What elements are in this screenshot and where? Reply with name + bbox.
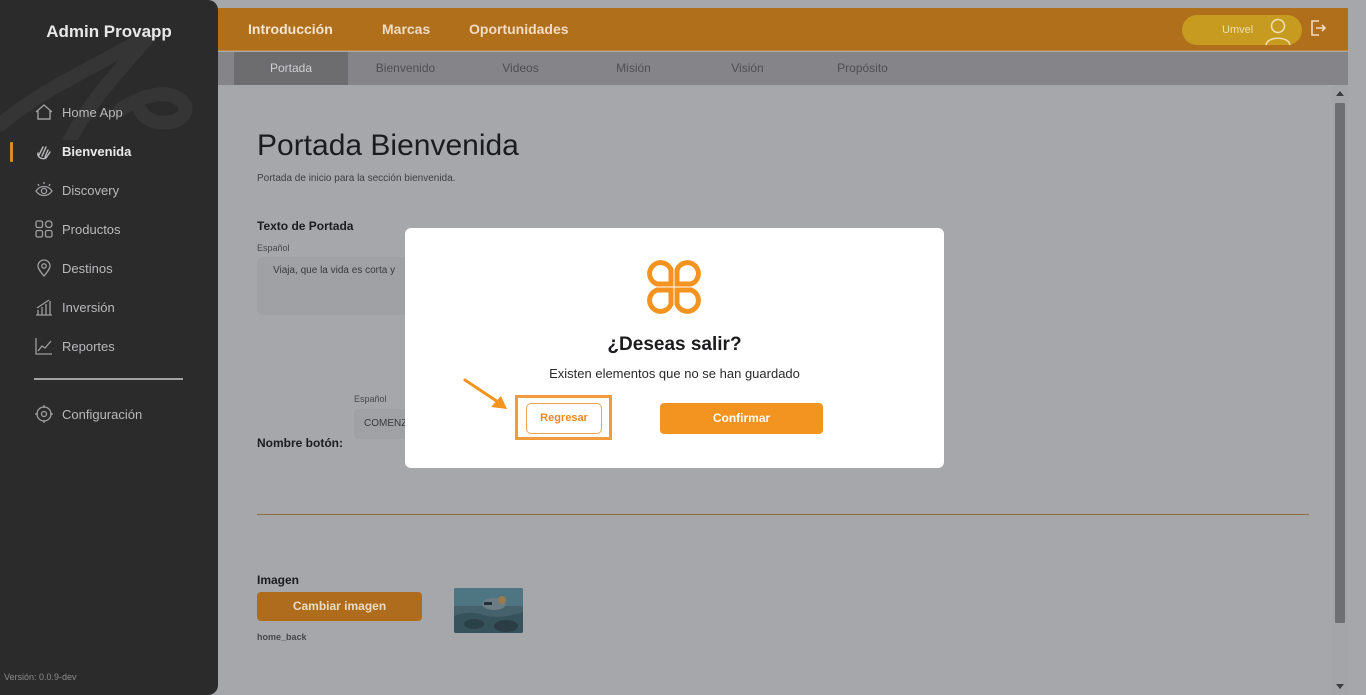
change-image-button[interactable]: Cambiar imagen bbox=[257, 592, 422, 621]
vertical-scrollbar[interactable] bbox=[1332, 85, 1348, 695]
scroll-down-arrow-icon[interactable] bbox=[1336, 684, 1344, 689]
scrollbar-thumb[interactable] bbox=[1335, 103, 1345, 623]
grid-icon bbox=[35, 220, 53, 238]
cover-text-label: Texto de Portada bbox=[257, 219, 354, 233]
app-root: Introducción Marcas Oportunidades Umvel … bbox=[0, 0, 1366, 695]
sidebar-item-reportes[interactable]: Reportes bbox=[34, 335, 115, 357]
confirm-button[interactable]: Confirmar bbox=[660, 403, 823, 434]
sidebar-item-label: Configuración bbox=[62, 406, 143, 422]
clover-logo-icon bbox=[647, 260, 701, 314]
subtab-vision[interactable]: Visión bbox=[700, 52, 795, 85]
cover-image-thumbnail bbox=[454, 588, 523, 633]
top-header: Introducción Marcas Oportunidades Umvel bbox=[218, 8, 1348, 51]
active-nav-indicator bbox=[10, 142, 13, 162]
subtab-videos[interactable]: Videos bbox=[473, 52, 568, 85]
tab-marcas[interactable]: Marcas bbox=[382, 21, 430, 37]
sidebar-item-label: Productos bbox=[62, 221, 121, 237]
subtab-portada[interactable]: Portada bbox=[234, 52, 348, 85]
subtab-bienvenido[interactable]: Bienvenido bbox=[358, 52, 453, 85]
image-filename: home_back bbox=[257, 632, 307, 642]
sidebar-item-configuracion[interactable]: Configuración bbox=[34, 403, 142, 425]
page-title: Portada Bienvenida bbox=[257, 129, 519, 162]
image-label: Imagen bbox=[257, 573, 300, 587]
sidebar-item-label: Reportes bbox=[62, 338, 115, 354]
exit-confirmation-dialog: ¿Deseas salir? Existen elementos que no … bbox=[405, 228, 944, 468]
sidebar-item-label: Home App bbox=[62, 104, 123, 120]
sidebar-item-inversion[interactable]: Inversión bbox=[34, 296, 115, 318]
subtab-proposito[interactable]: Propósito bbox=[815, 52, 910, 85]
sidebar-item-destinos[interactable]: Destinos bbox=[34, 257, 113, 279]
user-menu[interactable]: Umvel bbox=[1182, 15, 1302, 46]
sidebar-item-label: Bienvenida bbox=[62, 143, 132, 159]
sidebar: Admin Provapp Home App Bienvenida Discov… bbox=[0, 0, 218, 695]
page-subtitle: Portada de inicio para la sección bienve… bbox=[257, 173, 456, 184]
button-lang-label: Español bbox=[354, 394, 387, 404]
eye-icon bbox=[35, 182, 53, 197]
tab-oportunidades[interactable]: Oportunidades bbox=[469, 21, 569, 37]
subtab-mision[interactable]: Misión bbox=[586, 52, 681, 85]
user-name: Umvel bbox=[1222, 24, 1254, 36]
home-icon bbox=[35, 104, 53, 120]
window-edge bbox=[1348, 0, 1366, 695]
sidebar-item-label: Inversión bbox=[62, 299, 115, 315]
user-avatar-icon bbox=[1265, 18, 1291, 46]
dialog-title: ¿Deseas salir? bbox=[607, 334, 742, 355]
bar-chart-icon bbox=[36, 299, 52, 316]
back-button[interactable]: Regresar bbox=[526, 403, 602, 434]
location-pin-icon bbox=[37, 259, 51, 278]
sidebar-divider bbox=[34, 378, 183, 380]
sidebar-item-discovery[interactable]: Discovery bbox=[34, 179, 119, 201]
app-version: Versión: 0.0.9-dev bbox=[4, 672, 77, 682]
sidebar-item-bienvenida[interactable]: Bienvenida bbox=[34, 140, 131, 162]
scroll-up-arrow-icon[interactable] bbox=[1336, 91, 1344, 96]
sidebar-item-label: Destinos bbox=[62, 260, 113, 276]
app-brand: Admin Provapp bbox=[46, 22, 172, 41]
pointer-arrow-icon bbox=[463, 378, 507, 409]
tab-introduccion[interactable]: Introducción bbox=[248, 21, 333, 37]
gear-icon bbox=[35, 405, 53, 423]
sidebar-item-label: Discovery bbox=[62, 182, 120, 198]
brand-watermark-icon bbox=[0, 30, 193, 140]
button-name-label: Nombre botón: bbox=[257, 436, 343, 450]
sub-navigation: Portada Bienvenido Videos Misión Visión … bbox=[218, 52, 1348, 85]
section-divider bbox=[257, 514, 1309, 515]
logout-icon[interactable] bbox=[1308, 18, 1328, 38]
cover-text-lang-label: Español bbox=[257, 243, 290, 253]
sidebar-item-home-app[interactable]: Home App bbox=[34, 101, 123, 123]
trend-chart-icon bbox=[35, 338, 52, 355]
wave-hand-icon bbox=[37, 146, 51, 160]
sidebar-item-productos[interactable]: Productos bbox=[34, 218, 121, 240]
